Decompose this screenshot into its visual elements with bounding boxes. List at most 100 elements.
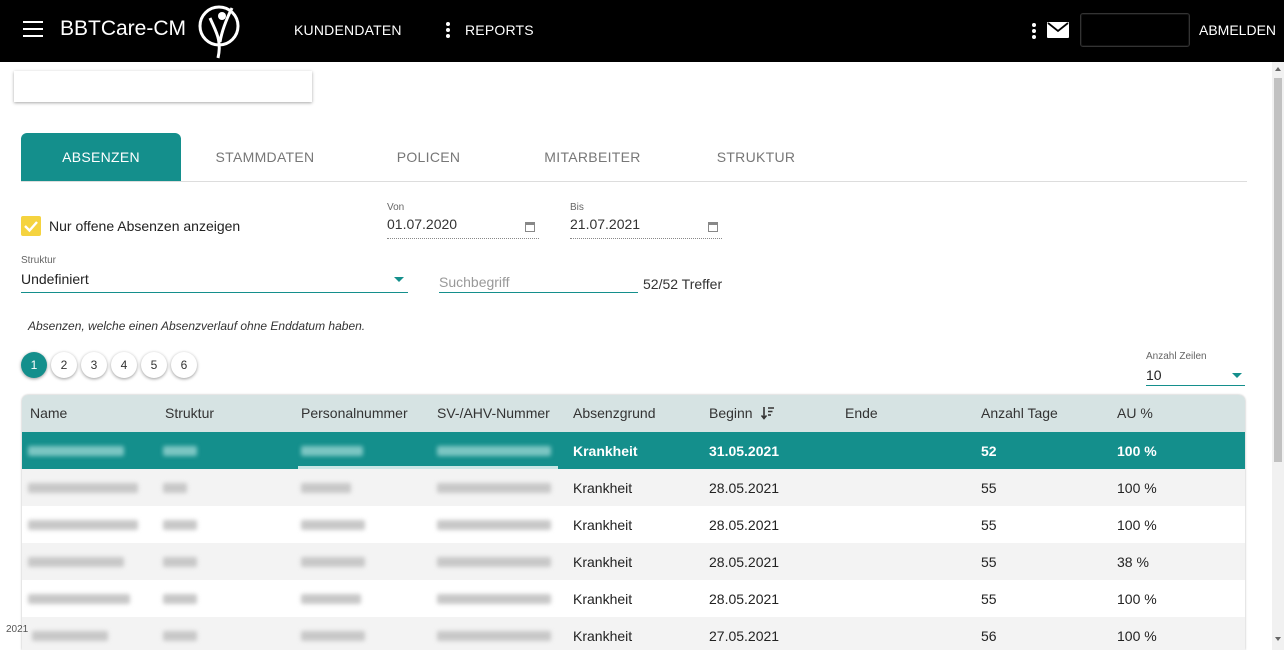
page-button-1[interactable]: 1 [21, 352, 47, 378]
struktur-select[interactable]: Undefiniert [21, 271, 408, 293]
redacted-name [32, 631, 108, 641]
mail-icon[interactable] [1047, 22, 1069, 38]
redacted-sv-nummer [437, 446, 551, 456]
sort-desc-icon[interactable] [761, 406, 775, 420]
nav-kundendaten[interactable]: KUNDENDATEN [294, 22, 402, 38]
hits-count: 52/52 Treffer [643, 276, 723, 292]
cell-absenzgrund: Krankheit [573, 443, 638, 459]
open-only-label: Nur offene Absenzen anzeigen [49, 218, 241, 234]
dropdown-arrow-icon[interactable] [394, 277, 404, 282]
column-header-sv-ahv[interactable]: SV-/AHV-Nummer [437, 405, 550, 421]
struktur-label: Struktur [21, 255, 57, 266]
column-header-personalnummer[interactable]: Personalnummer [301, 405, 408, 421]
von-date-input[interactable]: 01.07.2020 [387, 216, 539, 239]
redacted-struktur [163, 631, 197, 641]
redacted-name [28, 520, 138, 530]
calendar-icon[interactable] [525, 222, 535, 232]
cell-au: 100 % [1117, 443, 1157, 459]
logout-button[interactable]: ABMELDEN [1199, 22, 1276, 38]
dropdown-arrow-icon[interactable] [1232, 373, 1242, 378]
vertical-scrollbar[interactable] [1272, 62, 1284, 650]
cell-anzahl-tage: 52 [981, 443, 997, 459]
brand-title: BBTCare-CM [60, 17, 187, 40]
cell-absenzgrund: Krankheit [573, 591, 633, 607]
menu-icon[interactable] [23, 21, 43, 37]
redacted-name [28, 557, 124, 567]
cell-au: 100 % [1117, 517, 1157, 533]
client-selector[interactable] [14, 71, 312, 102]
redacted-personalnummer [301, 594, 361, 604]
redacted-personalnummer [301, 631, 365, 641]
bis-date-input[interactable]: 21.07.2021 [570, 216, 722, 239]
column-header-au[interactable]: AU % [1117, 405, 1153, 421]
calendar-icon[interactable] [708, 222, 718, 232]
redacted-sv-nummer [437, 631, 551, 641]
scroll-up-icon[interactable] [1275, 67, 1281, 71]
struktur-value: Undefiniert [21, 271, 89, 287]
table-row[interactable]: Krankheit 28.05.2021 55 100 % [22, 580, 1245, 617]
user-account-box[interactable] [1080, 13, 1190, 47]
absences-table: Name Struktur Personalnummer SV-/AHV-Num… [22, 395, 1245, 650]
column-header-beginn[interactable]: Beginn [709, 405, 753, 421]
scroll-down-icon[interactable] [1275, 637, 1281, 641]
page-button-6[interactable]: 6 [171, 352, 197, 378]
search-input[interactable]: Suchbegriff [439, 274, 638, 293]
cell-anzahl-tage: 55 [981, 591, 997, 607]
tab-struktur[interactable]: STRUKTUR [687, 133, 825, 181]
cell-beginn: 31.05.2021 [709, 443, 780, 459]
nav-reports[interactable]: REPORTS [465, 22, 534, 38]
table-row[interactable]: Krankheit 28.05.2021 55 100 % [22, 506, 1245, 543]
column-header-name[interactable]: Name [30, 405, 67, 421]
column-header-anzahl-tage[interactable]: Anzahl Tage [981, 405, 1058, 421]
rows-per-page-select[interactable]: 10 [1146, 367, 1245, 386]
cell-anzahl-tage: 55 [981, 480, 997, 496]
redacted-struktur [163, 483, 187, 493]
page-button-5[interactable]: 5 [141, 352, 167, 378]
tab-policen[interactable]: POLICEN [361, 133, 496, 181]
more-vert-icon[interactable] [446, 22, 450, 38]
table-row[interactable]: Krankheit 28.05.2021 55 38 % [22, 543, 1245, 580]
tab-mitarbeiter[interactable]: MITARBEITER [524, 133, 661, 181]
table-row[interactable]: Krankheit 28.05.2021 55 100 % [22, 469, 1245, 506]
rows-per-page-value: 10 [1146, 367, 1162, 383]
column-header-struktur[interactable]: Struktur [165, 405, 214, 421]
tab-stammdaten[interactable]: STAMMDATEN [196, 133, 334, 181]
cell-anzahl-tage: 55 [981, 554, 997, 570]
redacted-name [28, 483, 138, 493]
redacted-sv-nummer [437, 483, 551, 493]
page-button-2[interactable]: 2 [51, 352, 77, 378]
redacted-struktur [163, 446, 197, 456]
bis-label: Bis [570, 202, 584, 213]
page-button-4[interactable]: 4 [111, 352, 137, 378]
cell-beginn: 28.05.2021 [709, 480, 780, 496]
redacted-name [28, 594, 130, 604]
table-row[interactable]: Krankheit 27.05.2021 56 100 % [22, 617, 1245, 650]
cell-absenzgrund: Krankheit [573, 517, 633, 533]
redacted-struktur [163, 557, 197, 567]
scroll-thumb[interactable] [1274, 78, 1282, 462]
tab-absenzen[interactable]: ABSENZEN [21, 133, 181, 181]
column-header-ende[interactable]: Ende [845, 405, 878, 421]
redacted-name [28, 446, 124, 456]
column-header-absenzgrund[interactable]: Absenzgrund [573, 405, 656, 421]
cell-absenzgrund: Krankheit [573, 480, 633, 496]
table-header: Name Struktur Personalnummer SV-/AHV-Num… [22, 395, 1245, 432]
cell-absenzgrund: Krankheit [573, 628, 633, 644]
cell-beginn: 27.05.2021 [709, 628, 780, 644]
page-button-3[interactable]: 3 [81, 352, 107, 378]
more-vert-icon[interactable] [1032, 23, 1036, 39]
top-app-bar: BBTCare-CM KUNDENDATEN REPORTS ABMELDEN [0, 0, 1284, 62]
bis-date-value: 21.07.2021 [570, 216, 641, 232]
cell-au: 100 % [1117, 591, 1157, 607]
cell-absenzgrund: Krankheit [573, 554, 633, 570]
cell-beginn: 28.05.2021 [709, 554, 780, 570]
table-row[interactable]: Krankheit 31.05.2021 52 100 % [22, 432, 1245, 469]
von-date-value: 01.07.2020 [387, 216, 458, 232]
search-placeholder: Suchbegriff [439, 274, 510, 290]
redacted-personalnummer [301, 446, 363, 456]
cell-beginn: 28.05.2021 [709, 591, 780, 607]
redacted-sv-nummer [437, 594, 551, 604]
cell-au: 38 % [1117, 554, 1149, 570]
open-only-checkbox[interactable] [21, 216, 41, 236]
rows-per-page-label: Anzahl Zeilen [1146, 351, 1207, 362]
